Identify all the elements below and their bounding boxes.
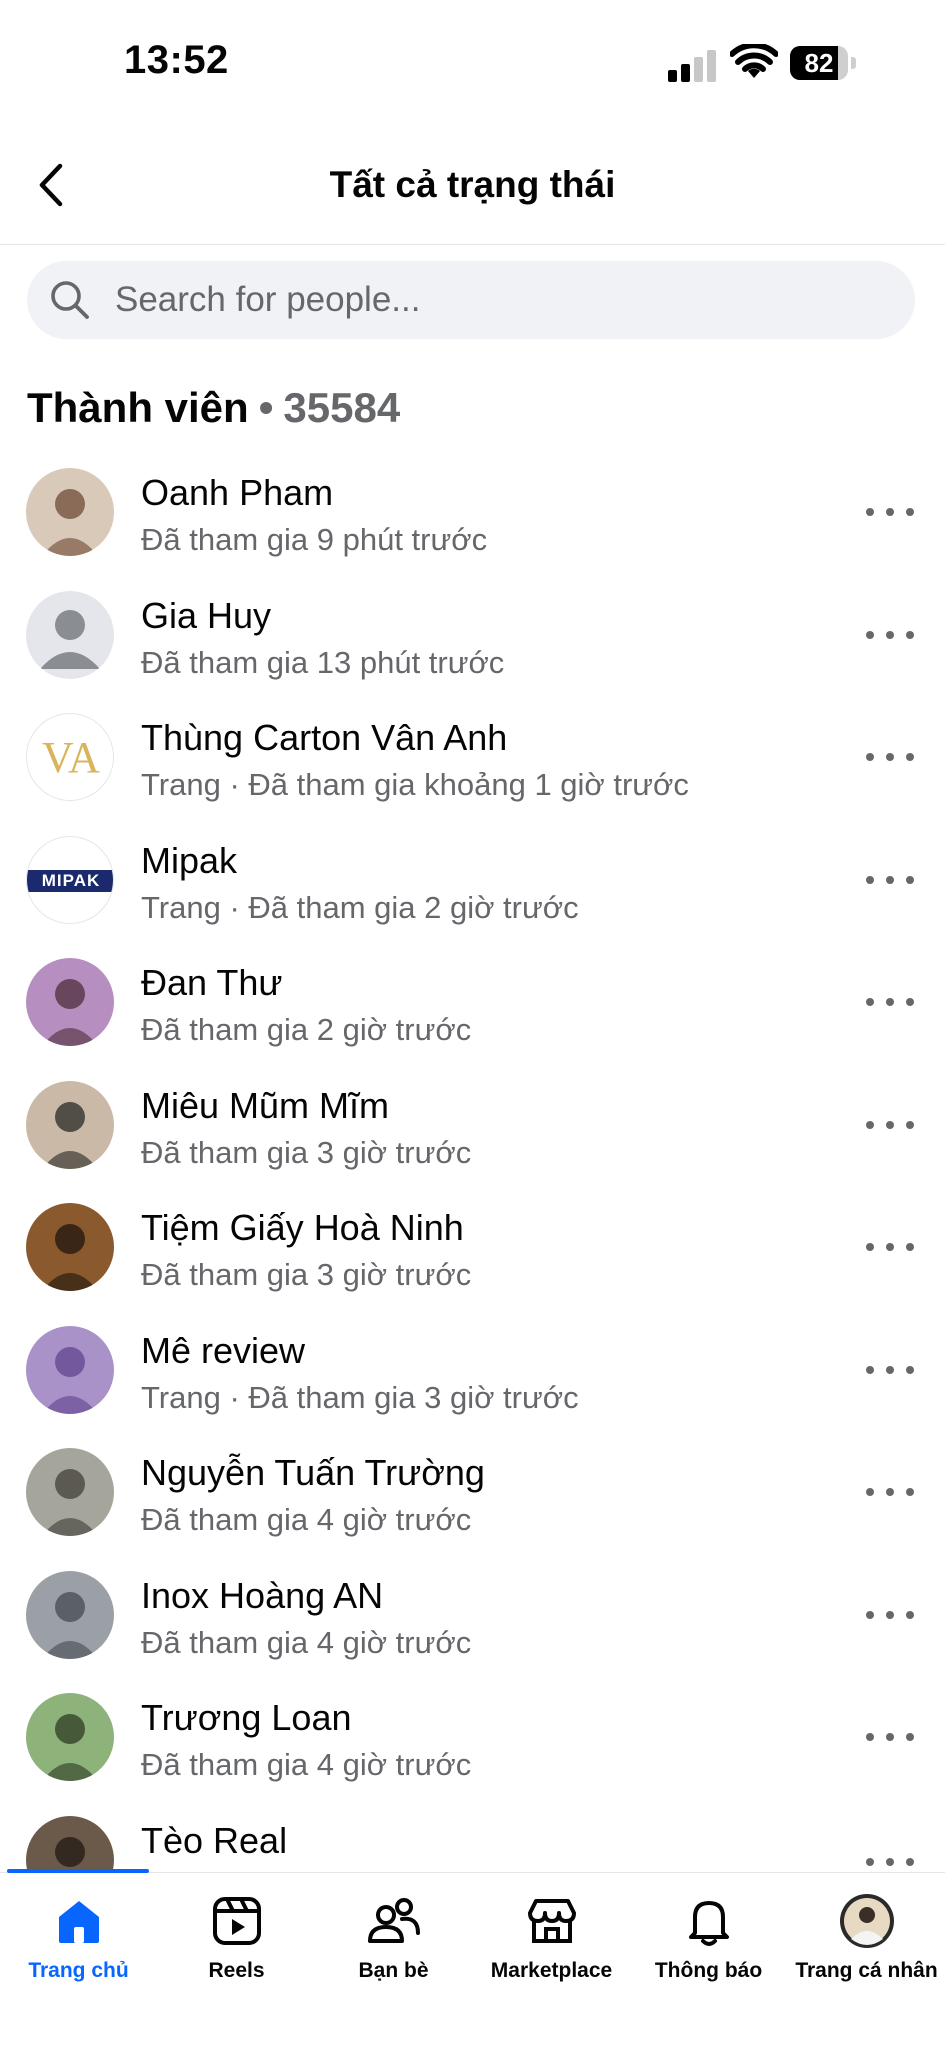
more-horizontal-icon[interactable]	[866, 745, 914, 769]
member-joined-text: Trang · Đã tham gia 2 giờ trước	[141, 890, 579, 925]
more-horizontal-icon[interactable]	[866, 868, 914, 892]
more-horizontal-icon[interactable]	[866, 1480, 914, 1504]
status-time: 13:52	[124, 38, 229, 82]
status-bar: 13:52 82	[0, 0, 945, 120]
tab-marketplace[interactable]: Marketplace	[473, 1873, 630, 1983]
member-avatar[interactable]	[26, 1693, 114, 1781]
member-name[interactable]: Tiệm Giấy Hoà Ninh	[141, 1207, 464, 1249]
member-name[interactable]: Thùng Carton Vân Anh	[141, 717, 507, 759]
avatar-logo-text: VA	[42, 733, 100, 782]
member-joined-text: Đã tham gia 4 giờ trước	[141, 1502, 472, 1537]
member-name[interactable]: Tèo Real	[141, 1820, 287, 1862]
more-horizontal-icon[interactable]	[866, 1603, 914, 1627]
more-horizontal-icon[interactable]	[866, 1235, 914, 1259]
more-horizontal-icon[interactable]	[866, 1850, 914, 1872]
member-joined-text: Đã tham gia 4 giờ trước	[141, 1625, 472, 1660]
section-label: Thành viên	[27, 384, 249, 431]
battery-percent: 82	[804, 48, 834, 78]
tab-reels[interactable]: Reels	[158, 1873, 315, 1983]
member-list: Oanh Pham Đã tham gia 9 phút trước Gia Huy…	[0, 460, 945, 1872]
tab-profile-avatar[interactable]: Trang cá nhân	[788, 1873, 945, 1983]
marketplace-icon	[524, 1893, 580, 1949]
bottom-tab-bar: Trang chủ Reels Bạn bè Marketplace Thông báo…	[0, 1869, 945, 2049]
bell-icon	[681, 1893, 737, 1949]
wifi-icon	[730, 44, 778, 78]
member-avatar[interactable]	[26, 1448, 114, 1536]
member-name[interactable]: Oanh Pham	[141, 472, 333, 514]
member-row[interactable]: Inox Hoàng AN Đã tham gia 4 giờ trước	[0, 1563, 945, 1685]
battery-icon: 82	[790, 46, 858, 80]
member-name[interactable]: Đan Thư	[141, 962, 283, 1004]
member-avatar[interactable]	[26, 1326, 114, 1414]
member-joined-text: Đã tham gia 3 giờ trước	[141, 1135, 472, 1170]
reels-icon	[209, 1893, 265, 1949]
member-row[interactable]: VA Thùng Carton Vân Anh Trang · Đã tham gi…	[0, 705, 945, 827]
member-joined-text: Đã tham gia 9 phút trước	[141, 522, 488, 557]
home-icon	[51, 1893, 107, 1949]
member-joined-text: Đã tham gia 3 giờ trước	[141, 1257, 472, 1292]
member-row[interactable]: MIPAK Mipak Trang · Đã tham gia 2 giờ trướ…	[0, 828, 945, 950]
member-avatar[interactable]	[26, 1081, 114, 1169]
member-avatar[interactable]	[26, 468, 114, 556]
header: Tất cả trạng thái	[0, 120, 945, 245]
member-row[interactable]: Trương Loan Đã tham gia 4 giờ trước	[0, 1685, 945, 1807]
member-row[interactable]: Tiệm Giấy Hoà Ninh Đã tham gia 3 giờ trướ…	[0, 1195, 945, 1317]
member-name[interactable]: Nguyễn Tuấn Trường	[141, 1452, 485, 1494]
member-name[interactable]: Mipak	[141, 840, 237, 882]
member-row[interactable]: Miêu Mũm Mĩm Đã tham gia 3 giờ trước	[0, 1073, 945, 1195]
page-title: Tất cả trạng thái	[329, 164, 616, 205]
tab-label: Trang chủ	[28, 1959, 129, 1982]
member-name[interactable]: Mê review	[141, 1330, 305, 1372]
member-row[interactable]: Gia Huy Đã tham gia 13 phút trước	[0, 583, 945, 705]
tab-label: Marketplace	[490, 1959, 613, 1982]
more-horizontal-icon[interactable]	[866, 1113, 914, 1137]
member-count: 35584	[283, 384, 401, 431]
more-horizontal-icon[interactable]	[866, 623, 914, 647]
member-row[interactable]: Đan Thư Đã tham gia 2 giờ trước	[0, 950, 945, 1072]
member-name[interactable]: Trương Loan	[141, 1697, 351, 1739]
member-name[interactable]: Inox Hoàng AN	[141, 1575, 383, 1617]
member-joined-text: Đã tham gia 2 giờ trước	[141, 1012, 472, 1047]
member-joined-text: Trang · Đã tham gia 3 giờ trước	[141, 1380, 579, 1415]
member-avatar[interactable]	[26, 958, 114, 1046]
tab-label: Thông báo	[654, 1959, 763, 1982]
search-input[interactable]	[115, 261, 875, 339]
more-horizontal-icon[interactable]	[866, 990, 914, 1014]
member-joined-text: Đã tham gia 13 phút trước	[141, 645, 505, 680]
search-bar[interactable]	[27, 261, 915, 339]
member-avatar[interactable]	[26, 1571, 114, 1659]
member-name[interactable]: Miêu Mũm Mĩm	[141, 1085, 389, 1127]
member-avatar[interactable]	[26, 591, 114, 679]
member-joined-text: Trang · Đã tham gia khoảng 1 giờ trước	[141, 767, 689, 802]
member-row[interactable]: Tèo Real	[0, 1808, 945, 1872]
member-name[interactable]: Gia Huy	[141, 595, 271, 637]
profile-avatar-icon	[839, 1893, 895, 1949]
friends-icon	[366, 1893, 422, 1949]
tab-home[interactable]: Trang chủ	[0, 1873, 157, 1983]
member-row[interactable]: Nguyễn Tuấn Trường Đã tham gia 4 giờ trướ…	[0, 1440, 945, 1562]
more-horizontal-icon[interactable]	[866, 1725, 914, 1749]
member-row[interactable]: Mê review Trang · Đã tham gia 3 giờ trước	[0, 1318, 945, 1440]
tab-friends[interactable]: Bạn bè	[315, 1873, 472, 1983]
member-avatar[interactable]	[26, 1203, 114, 1291]
tab-label: Reels	[208, 1959, 265, 1982]
tab-bell[interactable]: Thông báo	[630, 1873, 787, 1983]
search-icon	[51, 281, 89, 319]
section-separator: •	[258, 384, 274, 431]
members-section-title: Thành viên • 35584	[27, 384, 400, 432]
more-horizontal-icon[interactable]	[866, 1358, 914, 1382]
member-joined-text: Đã tham gia 4 giờ trước	[141, 1747, 472, 1782]
tab-label: Trang cá nhân	[795, 1959, 938, 1982]
member-avatar[interactable]	[26, 1816, 114, 1872]
more-horizontal-icon[interactable]	[866, 500, 914, 524]
member-avatar[interactable]: VA	[26, 713, 114, 801]
member-row[interactable]: Oanh Pham Đã tham gia 9 phút trước	[0, 460, 945, 582]
cellular-signal-icon	[668, 50, 716, 82]
avatar-logo-text: MIPAK	[27, 870, 113, 892]
tab-label: Bạn bè	[358, 1959, 429, 1982]
member-avatar[interactable]: MIPAK	[26, 836, 114, 924]
